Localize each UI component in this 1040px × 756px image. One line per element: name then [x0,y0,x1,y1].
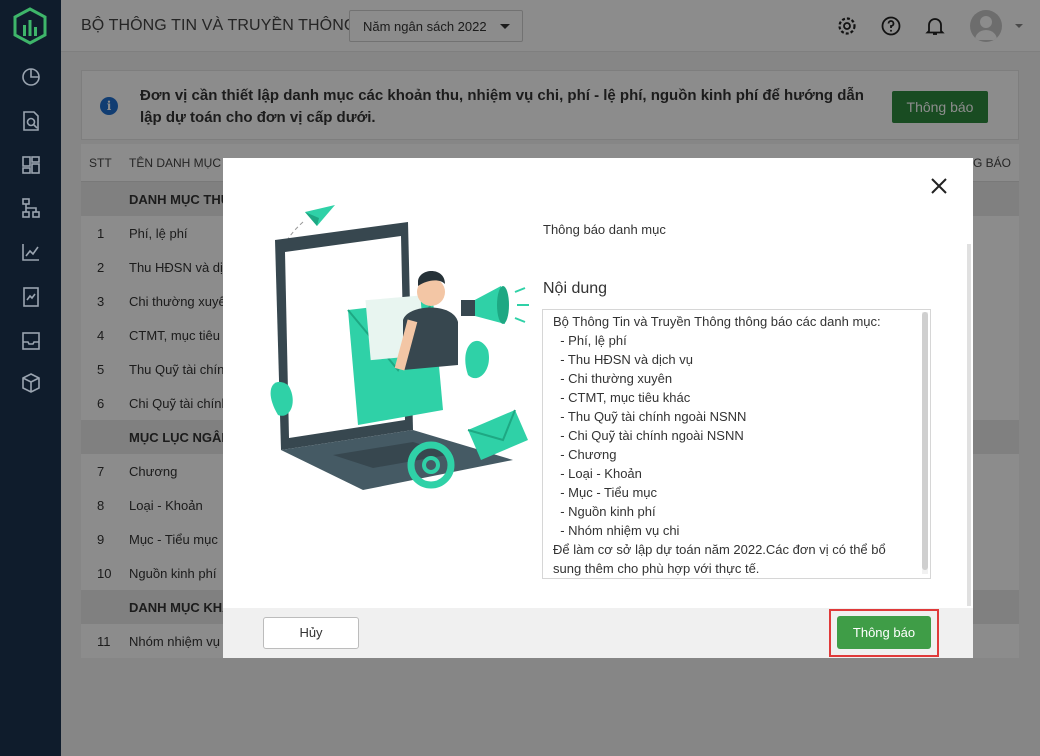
content-line: - Loại - Khoản [553,466,642,481]
dialog-footer: Hủy Thông báo [223,608,973,658]
announcement-illustration [270,205,529,490]
content-line: - Phí, lệ phí [553,333,627,348]
content-line: - Mục - Tiểu mục [553,485,658,500]
content-line: - Chi thường xuyên [553,371,673,386]
content-line: - Nguồn kinh phí [553,504,656,519]
pie-chart-icon[interactable] [20,66,42,88]
dialog-subtitle: Thông báo danh mục [543,222,666,237]
content-line: Bộ Thông Tin và Truyền Thông thông báo c… [553,314,881,329]
content-line: - Chương [553,447,617,462]
dashboard-grid-icon[interactable] [20,154,42,176]
notify-category-dialog: Thông báo danh mục Nội dung Bộ Thông Tin… [223,158,973,658]
line-chart-icon[interactable] [20,241,42,263]
report-icon[interactable] [20,286,42,308]
content-line: - Chi Quỹ tài chính ngoài NSNN [553,428,744,443]
content-line: - Thu Quỹ tài chính ngoài NSNN [553,409,747,424]
box-icon[interactable] [20,372,42,394]
content-line: - Thu HĐSN và dịch vụ [553,352,693,367]
content-scrollbar-thumb[interactable] [922,312,928,570]
content-line: Để làm cơ sở lập dự toán năm 2022.Các đơ… [553,542,886,557]
highlight-frame [829,609,939,657]
dialog-scrollbar[interactable] [967,244,971,606]
cancel-button[interactable]: Hủy [263,617,359,649]
content-line: - Nhóm nhiệm vụ chi [553,523,680,538]
content-text: Bộ Thông Tin và Truyền Thông thông báo c… [553,312,903,578]
hierarchy-icon[interactable] [20,197,42,219]
content-line: sung thêm cho phù hợp với thực tế. [553,561,760,576]
content-line: - CTMT, mục tiêu khác [553,390,691,405]
inbox-icon[interactable] [20,330,42,352]
close-icon[interactable] [929,176,949,196]
content-label: Nội dung [543,280,608,297]
document-search-icon[interactable] [20,110,42,132]
content-textarea[interactable]: Bộ Thông Tin và Truyền Thông thông báo c… [542,309,931,579]
sidebar [0,0,61,756]
app-logo-icon[interactable] [12,7,48,45]
